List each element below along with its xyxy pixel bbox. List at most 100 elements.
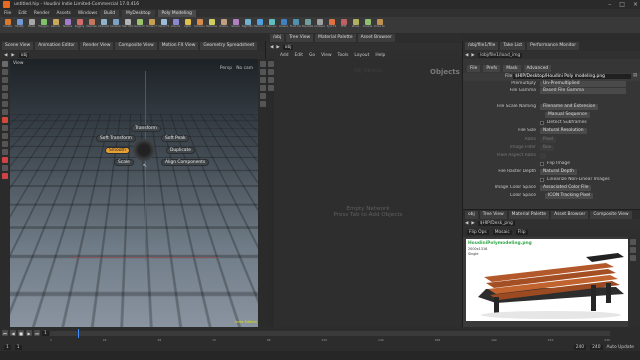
shelf-tool[interactable]: Populate Containers: [302, 18, 313, 32]
flip-dropdown[interactable]: Flip: [515, 230, 528, 235]
pose-tool-icon[interactable]: [2, 101, 8, 107]
pan-icon[interactable]: [630, 247, 636, 253]
tab-asset-browser[interactable]: Asset Browser: [357, 34, 395, 42]
param-menu[interactable]: Un-Premultiplied: [540, 81, 626, 87]
magnet-icon[interactable]: [2, 173, 8, 179]
network-menu-view[interactable]: View: [321, 53, 331, 58]
tab-file-node[interactable]: /obj/file1/file: [465, 42, 499, 50]
timeline-track[interactable]: [50, 331, 610, 336]
shelf-tool[interactable]: Grains: [218, 18, 229, 32]
radial-duplicate[interactable]: Duplicate: [166, 147, 195, 154]
radial-menu-center[interactable]: [133, 139, 155, 161]
shelf-tool[interactable]: Wires: [350, 18, 361, 32]
secure-selection-icon[interactable]: [2, 165, 8, 171]
image-canvas[interactable]: [466, 239, 636, 321]
param-checkbox[interactable]: [540, 178, 544, 182]
perspective-menu[interactable]: Persp: [220, 66, 232, 71]
jump-end-icon[interactable]: ⏭: [34, 330, 40, 336]
tab-render-view[interactable]: Render View: [79, 42, 114, 50]
shelf-tool[interactable]: Texture: [62, 18, 73, 32]
param-button[interactable]: ICON Tracking Pixel: [545, 193, 594, 199]
subtab-prefs[interactable]: Prefs: [483, 64, 501, 72]
tab-composite-view[interactable]: Composite View: [115, 42, 157, 50]
tab-img-material-palette[interactable]: Material Palette: [508, 210, 550, 219]
handle-tool-icon[interactable]: [2, 93, 8, 99]
tab-motion-fx-view[interactable]: Motion FX View: [158, 42, 199, 50]
maximize-icon[interactable]: □: [619, 1, 625, 8]
tab-take-list[interactable]: Take List: [500, 42, 526, 50]
forward-arrow-icon[interactable]: ▶: [276, 45, 279, 50]
viewport-path-field[interactable]: obj: [18, 52, 30, 58]
select-tool-icon[interactable]: [2, 61, 8, 67]
subtab-advanced[interactable]: Advanced: [523, 64, 552, 72]
scale-tool-icon[interactable]: [2, 85, 8, 91]
param-menu[interactable]: Associated Color File: [540, 185, 592, 191]
forward-arrow-icon[interactable]: ▶: [471, 221, 474, 226]
tab-scene-view[interactable]: Scene View: [2, 42, 34, 50]
shelf-tool[interactable]: Create: [2, 18, 13, 32]
snap-tool-icon[interactable]: [2, 117, 8, 123]
shelf-tool[interactable]: Guide Process: [134, 18, 145, 32]
flip-ops-dropdown[interactable]: Flip Ops: [467, 230, 489, 235]
param-menu[interactable]: Natural Depth: [540, 169, 577, 175]
tab-tree-view[interactable]: Tree View: [286, 34, 314, 42]
radial-transform[interactable]: Transform: [131, 125, 161, 132]
zoom-icon[interactable]: [630, 239, 636, 245]
tab-geometry-spreadsheet[interactable]: Geometry Spreadsheet: [200, 42, 258, 50]
stop-icon[interactable]: ■: [18, 330, 24, 336]
tab-obj[interactable]: /obj: [270, 34, 285, 42]
param-checkbox[interactable]: [540, 121, 544, 125]
view-label[interactable]: View: [13, 61, 23, 66]
end-frame-field-2[interactable]: 240: [590, 345, 603, 350]
object-select-icon[interactable]: [2, 157, 8, 163]
file-path-field[interactable]: $HIP/Desktop/Houdini Poly modeling.png: [513, 74, 631, 79]
shelf-tool[interactable]: Lights: [182, 18, 193, 32]
tab-img-asset-browser[interactable]: Asset Browser: [551, 210, 589, 219]
radial-soft-peak[interactable]: Soft Peak: [161, 135, 190, 142]
auto-update-menu[interactable]: Auto Update: [607, 345, 635, 350]
radial-align-components[interactable]: Align Components: [161, 159, 210, 166]
back-arrow-icon[interactable]: ◀: [4, 53, 7, 58]
shelf-tool[interactable]: Cloud FX: [158, 18, 169, 32]
network-select-icon[interactable]: [268, 61, 274, 67]
network-editor[interactable]: [266, 59, 462, 327]
forward-arrow-icon[interactable]: ▶: [11, 53, 14, 58]
shelf-tool[interactable]: Container Tools: [314, 18, 325, 32]
param-menu[interactable]: [540, 153, 546, 159]
back-arrow-icon[interactable]: ◀: [465, 53, 468, 58]
rotate-tool-icon[interactable]: [2, 77, 8, 83]
build-tag[interactable]: Build: [100, 9, 120, 17]
radial-scale[interactable]: Scale: [114, 159, 134, 166]
radial-smooth[interactable]: Smooth: [105, 147, 130, 154]
scene-viewport[interactable]: View Persp No cam Transform Soft Transfo…: [10, 59, 258, 327]
parameter-path-field[interactable]: /obj/file1/load_img: [477, 52, 523, 58]
subtab-mask[interactable]: Mask: [503, 64, 521, 72]
menu-file[interactable]: File: [4, 11, 11, 16]
param-menu[interactable]: Pixel: [540, 137, 557, 143]
tab-performance-monitor[interactable]: Performance Monitor: [527, 42, 580, 50]
param-menu[interactable]: Box: [540, 145, 555, 151]
shelf-tool[interactable]: Polygon: [38, 18, 49, 32]
menu-edit[interactable]: Edit: [18, 11, 27, 16]
shelf-tool[interactable]: Rigging: [74, 18, 85, 32]
param-menu[interactable]: Natural Resolution: [540, 128, 587, 134]
shelf-tool[interactable]: Fluid Containers: [290, 18, 301, 32]
network-pan-icon[interactable]: [268, 69, 274, 75]
param-button[interactable]: Manual Sequence: [545, 112, 591, 118]
shelf-tool[interactable]: Characters: [98, 18, 109, 32]
end-frame-field[interactable]: 240: [573, 345, 587, 350]
shelf-tool[interactable]: Rigid Bodies: [242, 18, 253, 32]
subtab-file[interactable]: File: [467, 64, 481, 72]
shelf-tool[interactable]: Hair Utils: [122, 18, 133, 32]
mosaic-dropdown[interactable]: Mosaic: [492, 230, 512, 235]
param-menu[interactable]: Based File Gamma: [540, 88, 626, 94]
points-select-icon[interactable]: [2, 125, 8, 131]
network-menu-go[interactable]: Go: [309, 53, 315, 58]
minimize-icon[interactable]: –: [608, 1, 611, 8]
menu-render[interactable]: Render: [34, 11, 50, 16]
shelf-tool[interactable]: Crowds: [362, 18, 373, 32]
network-menu-layout[interactable]: Layout: [354, 53, 369, 58]
step-back-icon[interactable]: ◀: [10, 330, 16, 336]
tab-img-obj[interactable]: obj: [465, 210, 478, 219]
primitives-select-icon[interactable]: [2, 141, 8, 147]
